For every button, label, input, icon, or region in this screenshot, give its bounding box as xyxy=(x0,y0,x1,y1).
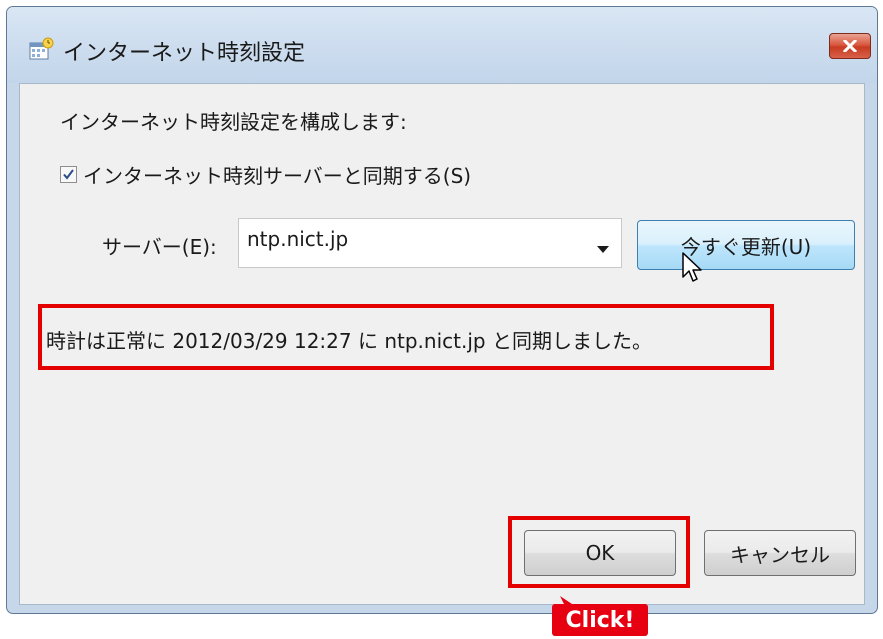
calendar-clock-icon xyxy=(29,37,55,61)
update-now-button[interactable]: 今すぐ更新(U) xyxy=(637,220,855,270)
dialog-content: インターネット時刻設定を構成します: インターネット時刻サーバーと同期する(S)… xyxy=(19,83,865,605)
title-bar[interactable]: インターネット時刻設定 xyxy=(7,7,877,83)
click-label: Click! xyxy=(552,604,648,636)
cancel-button[interactable]: キャンセル xyxy=(704,530,856,576)
server-label: サーバー(E): xyxy=(102,235,217,259)
sync-checkbox-label[interactable]: インターネット時刻サーバーと同期する(S) xyxy=(83,160,471,189)
internet-time-settings-dialog: インターネット時刻設定 インターネット時刻設定を構成します: インターネット時刻… xyxy=(6,6,878,614)
close-icon xyxy=(843,40,857,52)
sync-option[interactable]: インターネット時刻サーバーと同期する(S) xyxy=(60,160,471,189)
sync-checkbox[interactable] xyxy=(60,166,77,183)
dropdown-arrow-icon[interactable] xyxy=(597,239,609,258)
sync-status-text: 時計は正常に 2012/03/29 12:27 に ntp.nict.jp と同… xyxy=(46,329,652,353)
server-value[interactable]: ntp.nict.jp xyxy=(247,227,348,251)
mouse-pointer-icon xyxy=(682,252,704,288)
checkmark-icon xyxy=(63,169,74,180)
window-title: インターネット時刻設定 xyxy=(63,41,306,66)
click-callout: Click! xyxy=(552,596,648,636)
server-combobox[interactable]: ntp.nict.jp xyxy=(238,218,622,268)
close-button[interactable] xyxy=(829,33,871,59)
ok-button[interactable]: OK xyxy=(524,530,676,576)
intro-text: インターネット時刻設定を構成します: xyxy=(60,110,407,134)
